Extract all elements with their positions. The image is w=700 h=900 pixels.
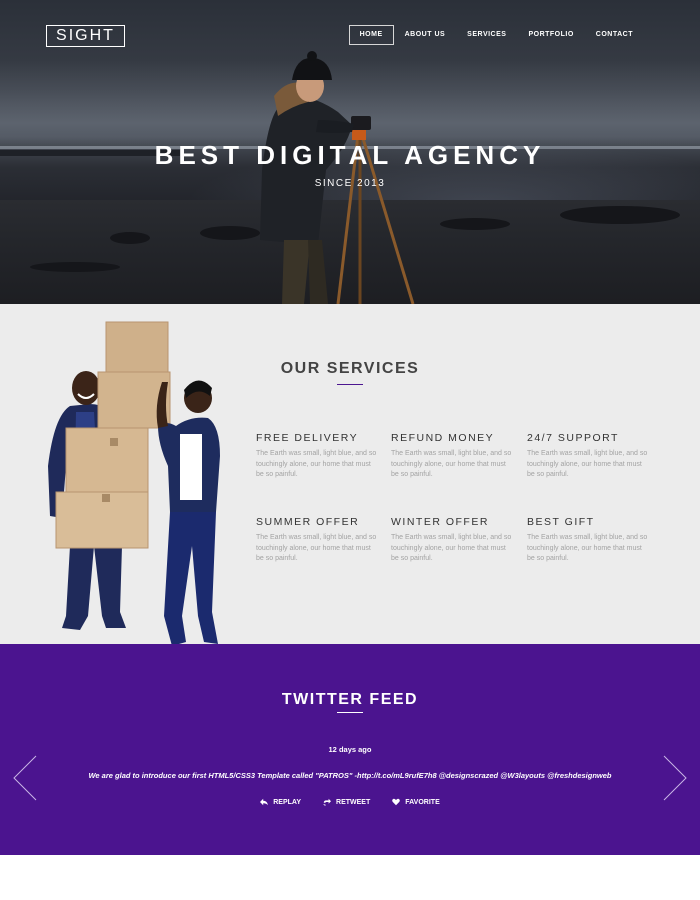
- tweet-timestamp: 12 days ago: [328, 745, 372, 754]
- heading-divider: [337, 384, 363, 385]
- nav-portfolio[interactable]: PORTFOLIO: [517, 25, 584, 45]
- reply-label: REPLAY: [273, 798, 302, 806]
- service-title: BEST GIFT: [527, 516, 595, 528]
- services-section: OUR SERVICES FREE DELIVERY The Earth was…: [0, 304, 700, 644]
- heading-divider: [337, 712, 363, 713]
- favorite-button[interactable]: FAVORITE: [392, 798, 440, 806]
- nav-services[interactable]: SERVICES: [456, 25, 517, 45]
- rock: [440, 218, 510, 230]
- site-logo[interactable]: SIGHT: [46, 25, 125, 47]
- service-description: The Earth was small, light blue, and so …: [391, 450, 512, 478]
- hero-title: BEST DIGITAL AGENCY: [154, 140, 546, 170]
- service-support: 24/7 SUPPORT The Earth was small, light …: [527, 432, 651, 481]
- page-bottom: [0, 855, 700, 900]
- retweet-button[interactable]: RETWEET: [323, 798, 370, 806]
- service-description: The Earth was small, light blue, and so …: [527, 534, 648, 562]
- nav-contact[interactable]: CONTACT: [585, 25, 644, 45]
- service-best-gift: BEST GIFT The Earth was small, light blu…: [527, 516, 651, 565]
- service-description: The Earth was small, light blue, and so …: [391, 534, 512, 562]
- tweet-text[interactable]: We are glad to introduce our first HTML5…: [0, 771, 700, 780]
- nav-about-us[interactable]: ABOUT US: [394, 25, 457, 45]
- rock: [110, 232, 150, 244]
- service-description: The Earth was small, light blue, and so …: [527, 450, 648, 478]
- service-title: REFUND MONEY: [391, 432, 495, 444]
- heart-icon: [392, 798, 401, 806]
- service-title: SUMMER OFFER: [256, 516, 360, 528]
- rock: [560, 206, 680, 224]
- twitter-heading: TWITTER FEED: [281, 691, 419, 708]
- people-with-boxes-image: [48, 321, 220, 644]
- service-description: The Earth was small, light blue, and so …: [256, 534, 377, 562]
- retweet-icon: [323, 798, 332, 806]
- service-title: WINTER OFFER: [391, 516, 489, 528]
- main-nav: HOME ABOUT US SERVICES PORTFOLIO CONTACT: [348, 25, 644, 45]
- service-title: 24/7 SUPPORT: [527, 432, 619, 444]
- service-free-delivery: FREE DELIVERY The Earth was small, light…: [256, 432, 380, 481]
- favorite-label: FAVORITE: [405, 798, 440, 806]
- service-winter-offer: WINTER OFFER The Earth was small, light …: [391, 516, 515, 565]
- services-heading: OUR SERVICES: [280, 360, 420, 377]
- service-description: The Earth was small, light blue, and so …: [256, 450, 377, 478]
- chevron-right-icon[interactable]: [662, 754, 688, 802]
- reply-icon: [260, 798, 269, 806]
- tweet-actions: REPLAY RETWEET FAVORITE: [0, 798, 700, 806]
- rock: [30, 262, 120, 272]
- retweet-label: RETWEET: [336, 798, 371, 806]
- service-refund-money: REFUND MONEY The Earth was small, light …: [391, 432, 515, 481]
- hero-section: SIGHT HOME ABOUT US SERVICES PORTFOLIO C…: [0, 0, 700, 304]
- chevron-left-icon[interactable]: [12, 754, 38, 802]
- photographer-image: [260, 51, 415, 304]
- service-title: FREE DELIVERY: [256, 432, 359, 444]
- reply-button[interactable]: REPLAY: [260, 798, 301, 806]
- twitter-section: TWITTER FEED 12 days ago We are glad to …: [0, 644, 700, 855]
- hero-subtitle: SINCE 2013: [314, 178, 386, 189]
- service-summer-offer: SUMMER OFFER The Earth was small, light …: [256, 516, 380, 565]
- nav-home[interactable]: HOME: [348, 25, 394, 45]
